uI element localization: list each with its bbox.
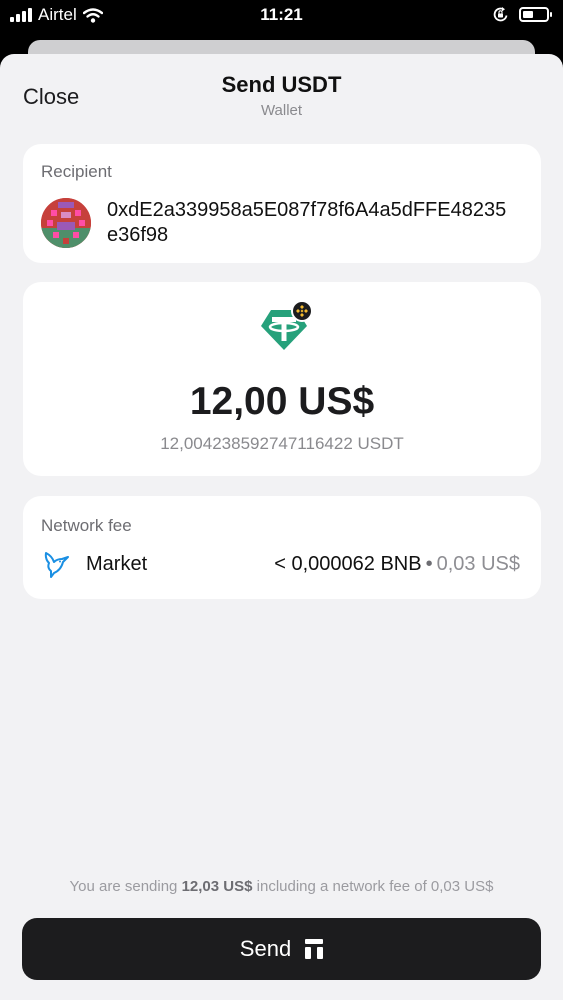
page-subtitle: Wallet xyxy=(260,102,303,119)
network-fee-card[interactable]: Network fee Market < 0,000062 BNB • 0,03 U… xyxy=(23,496,541,599)
send-summary: You are sending 12,03 US$ including a ne… xyxy=(0,878,563,895)
crypto-amount: 12,004238592747116422 USDT xyxy=(160,434,404,453)
amount-card: 12,00 US$ 12,004238592747116422 USDT xyxy=(23,282,541,476)
fee-amount-row: < 0,000062 BNB • 0,03 US$ xyxy=(274,553,520,576)
hummingbird-icon xyxy=(44,552,69,578)
summary-total: 12,03 US$ xyxy=(181,878,253,895)
recipient-label: Recipient xyxy=(41,162,112,181)
fiat-amount: 12,00 US$ xyxy=(189,380,375,423)
page-title: Send USDT xyxy=(221,72,342,97)
fee-fiat-amount: 0,03 US$ xyxy=(436,553,520,575)
fee-separator: • xyxy=(425,553,433,575)
network-fee-label: Network fee xyxy=(41,516,132,535)
recipient-avatar xyxy=(41,198,91,248)
summary-suffix: including a network fee of 0,03 US$ xyxy=(256,878,494,895)
recipient-address[interactable]: 0xdE2a339958a5E087f78f6A4a5dFFE48235e36f… xyxy=(107,198,507,248)
status-bar: Airtel 11:21 xyxy=(0,0,563,32)
summary-prefix: You are sending xyxy=(69,878,178,895)
trust-wallet-icon xyxy=(305,939,324,959)
battery-icon xyxy=(519,7,552,22)
fee-speed: Market xyxy=(86,553,148,575)
send-button[interactable]: Send xyxy=(22,918,541,980)
send-sheet: Close Send USDT Wallet Recipient 0xdE2a3… xyxy=(0,54,563,1000)
orientation-lock-icon xyxy=(493,7,508,22)
recipient-card: Recipient 0xdE2a339958a5E087f78f6A4a5dFF… xyxy=(23,144,541,263)
bnb-icon xyxy=(291,300,313,322)
status-time: 11:21 xyxy=(260,5,303,24)
fee-crypto-amount: < 0,000062 BNB xyxy=(274,553,422,575)
send-button-label: Send xyxy=(239,936,292,961)
status-right xyxy=(492,6,552,23)
